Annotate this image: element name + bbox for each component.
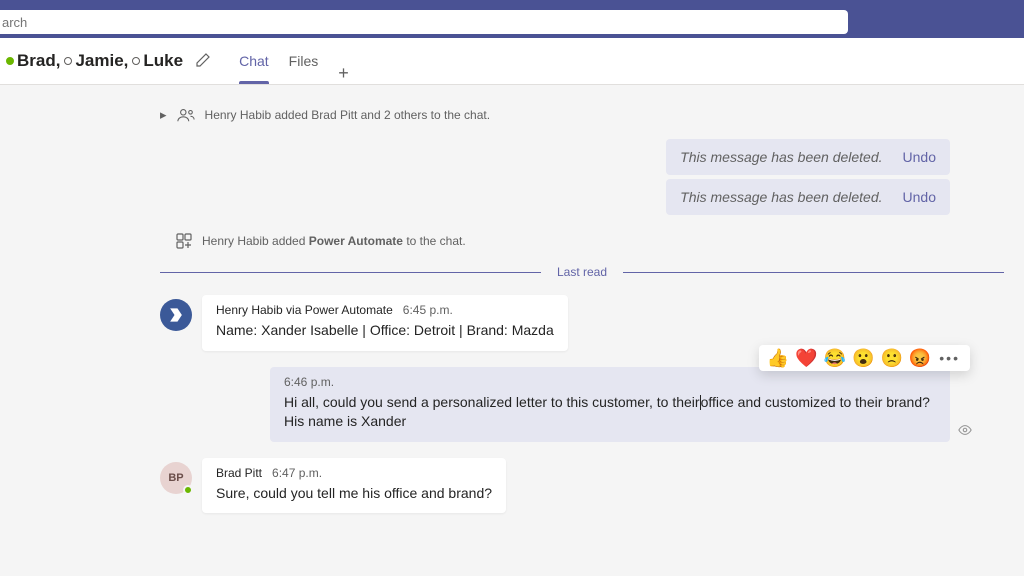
sender-name: Brad Pitt xyxy=(216,466,262,480)
system-event-added-bot: Henry Habib added Power Automate to the … xyxy=(176,233,1004,249)
message-time: 6:47 p.m. xyxy=(272,466,322,480)
eye-icon xyxy=(958,423,972,437)
message-row: BP Brad Pitt 6:47 p.m. Sure, could you t… xyxy=(160,458,1004,514)
message-bubble[interactable]: Henry Habib via Power Automate 6:45 p.m.… xyxy=(202,295,568,351)
tabs: Chat Files + xyxy=(229,38,359,84)
message-bubble[interactable]: Brad Pitt 6:47 p.m. Sure, could you tell… xyxy=(202,458,506,514)
deleted-text: This message has been deleted. xyxy=(680,149,882,165)
sender-name: Henry Habib via Power Automate xyxy=(216,303,393,317)
expand-caret-icon[interactable]: ▸ xyxy=(160,107,167,123)
presence-offline-icon xyxy=(132,57,140,65)
deleted-message: This message has been deleted. Undo xyxy=(666,179,950,215)
deleted-messages-group: This message has been deleted. Undo This… xyxy=(160,139,950,215)
presence-online-icon xyxy=(183,485,193,495)
edit-title-button[interactable] xyxy=(195,52,211,71)
participant-label: Jamie, xyxy=(75,51,128,71)
messages-pane: ▸ Henry Habib added Brad Pitt and 2 othe… xyxy=(0,85,1024,576)
tab-files[interactable]: Files xyxy=(279,38,329,84)
content-a: Hi all, could you send a personalized le… xyxy=(284,394,700,410)
message-row: Henry Habib via Power Automate 6:45 p.m.… xyxy=(160,295,1004,351)
search-input[interactable] xyxy=(0,10,848,34)
self-message-row: 👍 ❤️ 😂 😮 🙁 😡 ••• 6:46 p.m. Hi all, could… xyxy=(160,367,950,442)
deleted-text: This message has been deleted. xyxy=(680,189,882,205)
presence-offline-icon xyxy=(64,57,72,65)
more-options-button[interactable]: ••• xyxy=(937,350,962,366)
avatar-brad-pitt: BP xyxy=(160,462,192,494)
self-message-bubble[interactable]: 👍 ❤️ 😂 😮 🙁 😡 ••• 6:46 p.m. Hi all, could… xyxy=(270,367,950,442)
message-content: Name: Xander Isabelle | Office: Detroit … xyxy=(216,321,554,341)
message-content: Sure, could you tell me his office and b… xyxy=(216,484,492,504)
avatar-power-automate xyxy=(160,299,192,331)
power-automate-icon xyxy=(167,306,185,324)
reaction-like[interactable]: 👍 xyxy=(767,349,789,367)
participant-jamie: Jamie, xyxy=(64,51,128,71)
avatar-initials: BP xyxy=(168,472,183,484)
participant-label: Brad, xyxy=(17,51,60,71)
app-topbar xyxy=(0,0,1024,38)
last-read-label: Last read xyxy=(541,265,623,279)
system-event-added-users: ▸ Henry Habib added Brad Pitt and 2 othe… xyxy=(160,107,1004,123)
deleted-message: This message has been deleted. Undo xyxy=(666,139,950,175)
reaction-laugh[interactable]: 😂 xyxy=(824,349,846,367)
system-text-prefix: Henry Habib added xyxy=(202,234,309,248)
participant-label: Luke xyxy=(143,51,183,71)
system-text-bold: Power Automate xyxy=(309,234,403,248)
system-text: Henry Habib added Brad Pitt and 2 others… xyxy=(205,108,491,122)
message-time: 6:45 p.m. xyxy=(403,303,453,317)
undo-button[interactable]: Undo xyxy=(903,189,936,205)
tab-chat[interactable]: Chat xyxy=(229,38,279,84)
seen-indicator xyxy=(958,423,972,440)
participant-luke: Luke xyxy=(132,51,183,71)
app-add-icon xyxy=(176,233,192,249)
add-tab-button[interactable]: + xyxy=(328,63,359,84)
presence-online-icon xyxy=(6,57,14,65)
participants-list: Brad, Jamie, Luke xyxy=(6,51,211,71)
reaction-sad[interactable]: 🙁 xyxy=(880,349,902,367)
pencil-icon xyxy=(195,52,211,68)
undo-button[interactable]: Undo xyxy=(903,149,936,165)
last-read-divider: Last read xyxy=(160,265,1004,279)
chat-header: Brad, Jamie, Luke Chat Files + xyxy=(0,38,1024,85)
people-add-icon xyxy=(177,107,195,123)
participant-brad: Brad, xyxy=(6,51,60,71)
system-text: Henry Habib added Power Automate to the … xyxy=(202,234,466,248)
reaction-angry[interactable]: 😡 xyxy=(909,349,931,367)
reaction-heart[interactable]: ❤️ xyxy=(795,349,817,367)
reaction-toolbar: 👍 ❤️ 😂 😮 🙁 😡 ••• xyxy=(759,345,970,371)
reaction-surprised[interactable]: 😮 xyxy=(852,349,874,367)
message-time: 6:46 p.m. xyxy=(284,375,936,389)
message-content: Hi all, could you send a personalized le… xyxy=(284,393,936,432)
system-text-suffix: to the chat. xyxy=(403,234,466,248)
